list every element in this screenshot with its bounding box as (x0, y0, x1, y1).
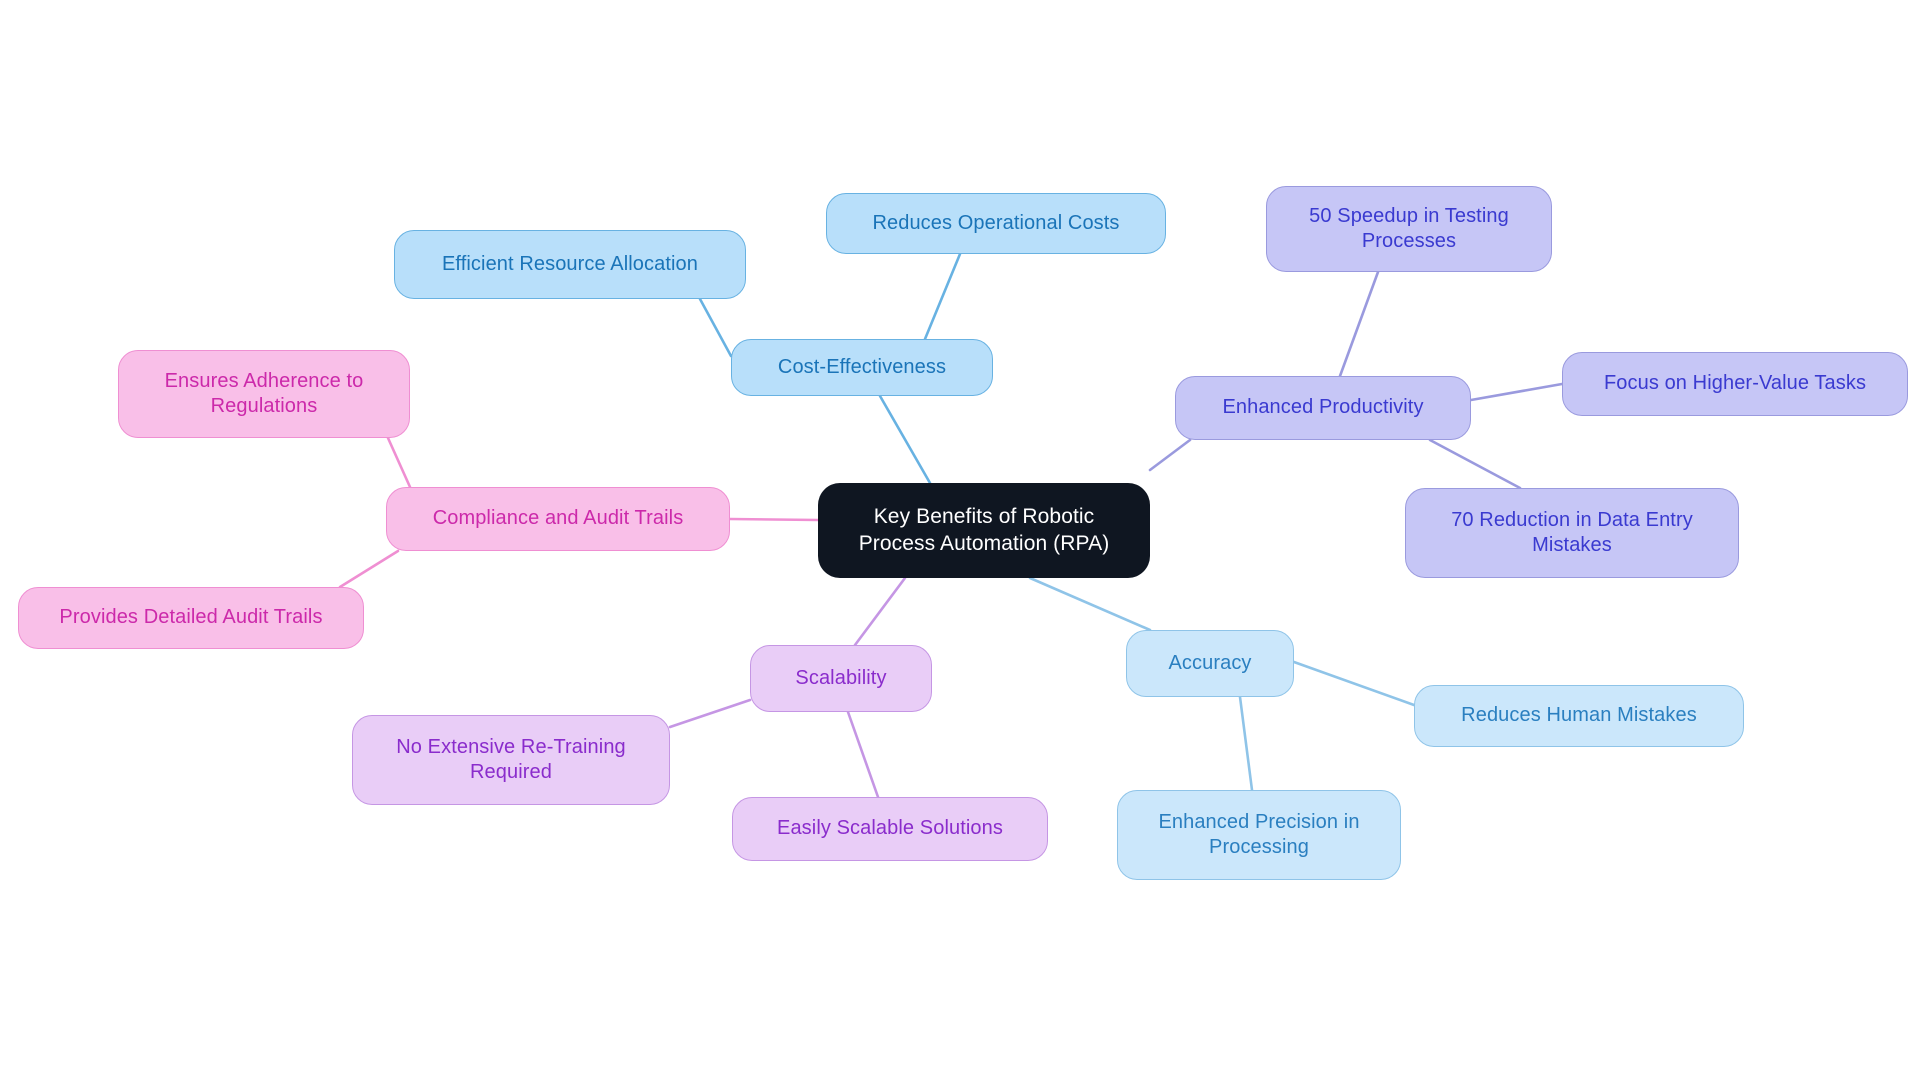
node-cost-effectiveness[interactable]: Cost-Effectiveness (731, 339, 993, 396)
node-root[interactable]: Key Benefits of Robotic Process Automati… (818, 483, 1150, 578)
edge-cost_effectiveness-to-efficient_resource_allocation (698, 297, 733, 358)
node-data-entry-mistakes[interactable]: 70 Reduction in Data Entry Mistakes (1405, 488, 1739, 578)
node-efficient-resource-allocation[interactable]: Efficient Resource Allocation (394, 230, 746, 299)
edge-compliance_audit_trails-to-ensures_adherence (386, 436, 412, 489)
node-no-retraining[interactable]: No Extensive Re-Training Required (352, 715, 670, 805)
edge-enhanced_productivity-to-speedup_testing (1338, 270, 1380, 378)
edge-root-to-cost_effectiveness (878, 394, 932, 485)
edge-scalability-to-easily_scalable (846, 710, 880, 799)
node-ensures-adherence[interactable]: Ensures Adherence to Regulations (118, 350, 410, 438)
node-higher-value-tasks[interactable]: Focus on Higher-Value Tasks (1562, 352, 1908, 416)
node-easily-scalable[interactable]: Easily Scalable Solutions (732, 797, 1048, 861)
edge-accuracy-to-reduces_human_mistakes (1292, 660, 1416, 707)
edge-root-to-accuracy (1028, 576, 1152, 632)
edge-scalability-to-no_retraining (668, 698, 752, 729)
node-reduces-human-mistakes[interactable]: Reduces Human Mistakes (1414, 685, 1744, 747)
node-provides-audit-trails[interactable]: Provides Detailed Audit Trails (18, 587, 364, 649)
edge-enhanced_productivity-to-data_entry_mistakes (1428, 438, 1522, 490)
node-enhanced-precision[interactable]: Enhanced Precision in Processing (1117, 790, 1401, 880)
edge-compliance_audit_trails-to-provides_audit_trails (338, 549, 400, 589)
node-speedup-testing[interactable]: 50 Speedup in Testing Processes (1266, 186, 1552, 272)
node-compliance-audit-trails[interactable]: Compliance and Audit Trails (386, 487, 730, 551)
node-reduces-operational-costs[interactable]: Reduces Operational Costs (826, 193, 1166, 254)
edge-root-to-compliance_audit_trails (728, 517, 820, 522)
edge-enhanced_productivity-to-higher_value_tasks (1469, 382, 1564, 402)
node-scalability[interactable]: Scalability (750, 645, 932, 712)
edge-cost_effectiveness-to-reduces_operational_costs (923, 252, 962, 341)
edge-root-to-enhanced_productivity (1148, 438, 1192, 472)
edge-accuracy-to-enhanced_precision (1238, 695, 1254, 792)
edge-root-to-scalability (853, 576, 907, 647)
node-enhanced-productivity[interactable]: Enhanced Productivity (1175, 376, 1471, 440)
node-accuracy[interactable]: Accuracy (1126, 630, 1294, 697)
mindmap-canvas: Key Benefits of Robotic Process Automati… (0, 0, 1920, 1083)
